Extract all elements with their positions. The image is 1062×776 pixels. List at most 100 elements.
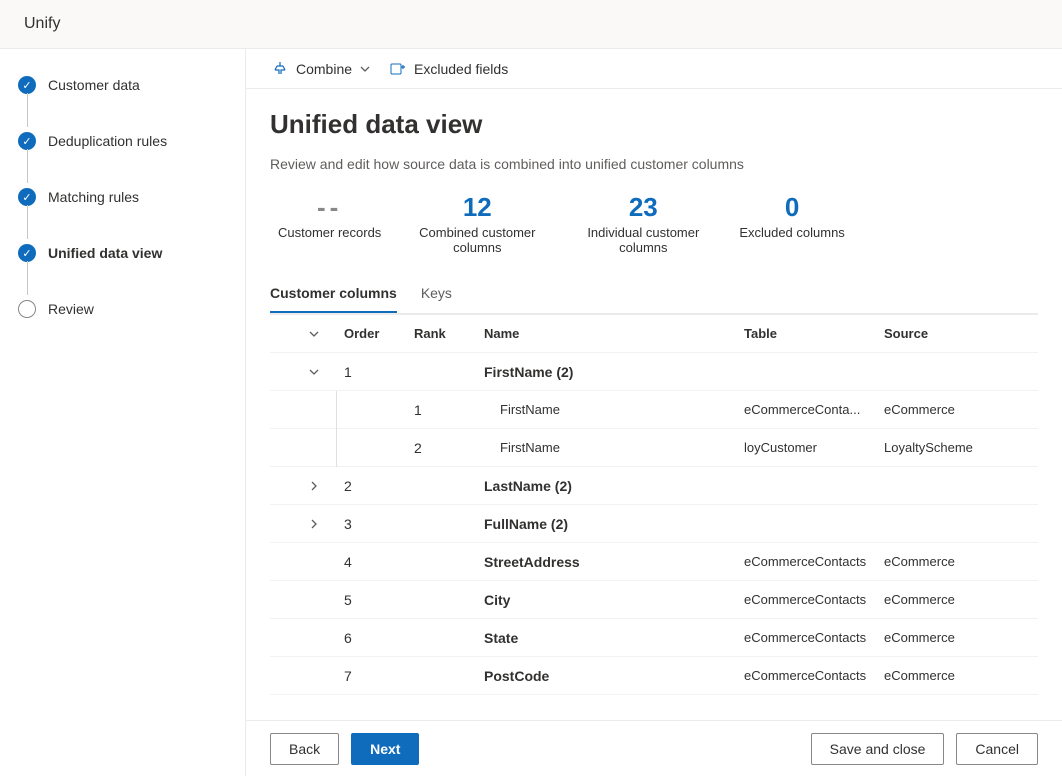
step-label: Review	[48, 301, 94, 317]
cell-source: eCommerce	[884, 402, 1024, 417]
data-row[interactable]: 4 StreetAddress eCommerceContacts eComme…	[270, 543, 1038, 581]
chevron-down-icon[interactable]	[284, 328, 344, 340]
cell-table: eCommerceConta...	[744, 402, 884, 417]
cell-name: FirstName (2)	[484, 364, 744, 380]
cell-order: 5	[344, 592, 414, 608]
stat-excluded-columns: 0 Excluded columns	[731, 192, 853, 255]
tab-customer-columns[interactable]: Customer columns	[270, 275, 397, 313]
combine-label: Combine	[296, 61, 352, 77]
data-row[interactable]: 7 PostCode eCommerceContacts eCommerce	[270, 657, 1038, 695]
back-button[interactable]: Back	[270, 733, 339, 765]
stat-caption: Combined customer columns	[407, 225, 547, 255]
excluded-fields-icon	[390, 61, 406, 77]
header-table: Table	[744, 326, 884, 341]
stat-value: 23	[573, 192, 713, 223]
combine-icon	[272, 61, 288, 77]
footer: Back Next Save and close Cancel	[246, 720, 1062, 776]
group-row[interactable]: 1 FirstName (2)	[270, 353, 1038, 391]
content-scroll[interactable]: Unified data view Review and edit how so…	[246, 89, 1062, 720]
cell-source: eCommerce	[884, 630, 1024, 645]
check-icon: ✓	[18, 76, 36, 94]
cell-source: eCommerce	[884, 554, 1024, 569]
step-label: Customer data	[48, 77, 140, 93]
cell-name: FirstName	[484, 402, 744, 417]
topbar: Unify	[0, 0, 1062, 49]
cell-name: FirstName	[484, 440, 744, 455]
cell-name: StreetAddress	[484, 554, 744, 570]
tab-keys[interactable]: Keys	[421, 275, 452, 313]
cell-rank: 1	[414, 402, 484, 418]
cell-rank: 2	[414, 440, 484, 456]
circle-icon	[18, 300, 36, 318]
cell-order: 6	[344, 630, 414, 646]
cell-name: State	[484, 630, 744, 646]
cell-table: eCommerceContacts	[744, 554, 884, 569]
check-icon: ✓	[18, 132, 36, 150]
grid-header: Order Rank Name Table Source	[270, 315, 1038, 353]
command-bar: Combine Excluded fields	[246, 49, 1062, 89]
group-row[interactable]: 2 LastName (2)	[270, 467, 1038, 505]
stats-row: -- Customer records 12 Combined customer…	[270, 192, 1038, 255]
chevron-right-icon[interactable]	[284, 518, 344, 530]
step-deduplication-rules[interactable]: ✓ Deduplication rules	[18, 129, 245, 153]
chevron-down-icon	[360, 64, 370, 74]
step-review[interactable]: Review	[18, 297, 245, 321]
excluded-fields-label: Excluded fields	[414, 61, 508, 77]
cell-source: LoyaltyScheme	[884, 440, 1024, 455]
app-title: Unify	[24, 15, 60, 33]
step-customer-data[interactable]: ✓ Customer data	[18, 73, 245, 97]
header-rank: Rank	[414, 326, 484, 341]
cell-table: eCommerceContacts	[744, 668, 884, 683]
cell-source: eCommerce	[884, 592, 1024, 607]
cell-order: 3	[344, 516, 414, 532]
cell-order: 7	[344, 668, 414, 684]
step-unified-data-view[interactable]: ✓ Unified data view	[18, 241, 245, 265]
check-icon: ✓	[18, 244, 36, 262]
stat-caption: Customer records	[278, 225, 381, 240]
cancel-button[interactable]: Cancel	[956, 733, 1038, 765]
stat-caption: Excluded columns	[739, 225, 845, 240]
cell-name: City	[484, 592, 744, 608]
stat-combined-columns: 12 Combined customer columns	[399, 192, 555, 255]
step-label: Unified data view	[48, 245, 162, 261]
tabs: Customer columns Keys	[270, 275, 1038, 314]
cell-source: eCommerce	[884, 668, 1024, 683]
child-row[interactable]: 1 FirstName eCommerceConta... eCommerce	[270, 391, 1038, 429]
cell-order: 1	[344, 364, 414, 380]
group-row[interactable]: 3 FullName (2)	[270, 505, 1038, 543]
header-order: Order	[344, 326, 414, 341]
page-title: Unified data view	[270, 109, 1038, 140]
data-row[interactable]: 6 State eCommerceContacts eCommerce	[270, 619, 1038, 657]
excluded-fields-button[interactable]: Excluded fields	[384, 57, 514, 81]
stat-caption: Individual customer columns	[573, 225, 713, 255]
combine-button[interactable]: Combine	[266, 57, 376, 81]
stat-customer-records: -- Customer records	[270, 192, 389, 255]
sidebar: ✓ Customer data ✓ Deduplication rules ✓ …	[0, 49, 246, 776]
stat-value: 0	[739, 192, 845, 223]
data-row[interactable]: 5 City eCommerceContacts eCommerce	[270, 581, 1038, 619]
cell-table: eCommerceContacts	[744, 592, 884, 607]
columns-grid: Order Rank Name Table Source 1 FirstName…	[270, 314, 1038, 695]
header-source: Source	[884, 326, 1024, 341]
cell-order: 4	[344, 554, 414, 570]
next-button[interactable]: Next	[351, 733, 419, 765]
step-label: Matching rules	[48, 189, 139, 205]
page-subtitle: Review and edit how source data is combi…	[270, 156, 1038, 172]
stat-value: --	[278, 192, 381, 223]
cell-name: LastName (2)	[484, 478, 744, 494]
stat-value: 12	[407, 192, 547, 223]
cell-name: FullName (2)	[484, 516, 744, 532]
cell-table: eCommerceContacts	[744, 630, 884, 645]
cell-order: 2	[344, 478, 414, 494]
cell-name: PostCode	[484, 668, 744, 684]
step-label: Deduplication rules	[48, 133, 167, 149]
chevron-right-icon[interactable]	[284, 480, 344, 492]
header-name: Name	[484, 326, 744, 341]
stat-individual-columns: 23 Individual customer columns	[565, 192, 721, 255]
chevron-down-icon[interactable]	[284, 366, 344, 378]
child-row[interactable]: 2 FirstName loyCustomer LoyaltyScheme	[270, 429, 1038, 467]
check-icon: ✓	[18, 188, 36, 206]
step-matching-rules[interactable]: ✓ Matching rules	[18, 185, 245, 209]
cell-table: loyCustomer	[744, 440, 884, 455]
save-button[interactable]: Save and close	[811, 733, 945, 765]
